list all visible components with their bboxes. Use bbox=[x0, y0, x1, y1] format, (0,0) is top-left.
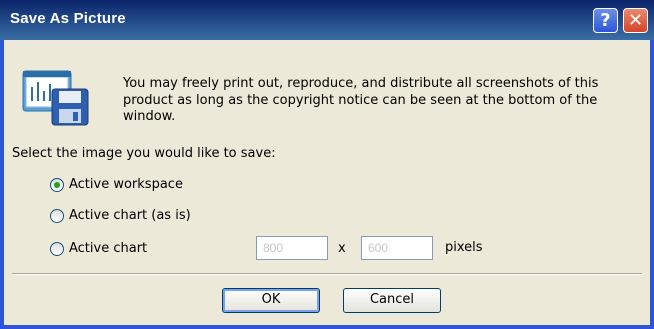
radio-active-chart[interactable]: Active chart bbox=[50, 240, 170, 260]
times-label: x bbox=[338, 241, 346, 256]
radio-active-chart-as-is[interactable]: Active chart (as is) bbox=[50, 207, 220, 227]
title-bar[interactable]: Save As Picture ? ✕ bbox=[0, 0, 654, 40]
help-icon: ? bbox=[600, 10, 611, 31]
close-button[interactable]: ✕ bbox=[623, 8, 648, 33]
window-frame-bottom bbox=[0, 325, 654, 329]
radio-dot bbox=[54, 182, 60, 188]
save-chart-icon bbox=[22, 70, 89, 126]
dialog-title: Save As Picture bbox=[10, 10, 126, 27]
radio-label-chart-as-is: Active chart (as is) bbox=[69, 208, 191, 223]
separator bbox=[12, 273, 642, 275]
ok-button[interactable]: OK bbox=[222, 288, 320, 313]
radio-button-selected[interactable] bbox=[50, 178, 64, 192]
radio-label-chart: Active chart bbox=[69, 241, 148, 256]
pixels-label: pixels bbox=[445, 240, 483, 255]
copyright-notice: You may freely print out, reproduce, and… bbox=[123, 76, 599, 124]
help-button[interactable]: ? bbox=[593, 8, 618, 33]
radio-button[interactable] bbox=[50, 242, 64, 256]
select-image-label: Select the image you would like to save: bbox=[12, 146, 276, 161]
height-input[interactable]: 600 bbox=[361, 236, 433, 260]
save-as-picture-dialog: Save As Picture ? ✕ You may freely print… bbox=[0, 0, 654, 329]
radio-button[interactable] bbox=[50, 209, 64, 223]
cancel-button[interactable]: Cancel bbox=[343, 288, 441, 313]
width-input[interactable]: 800 bbox=[256, 236, 328, 260]
window-frame-right bbox=[650, 40, 654, 329]
radio-label-workspace: Active workspace bbox=[69, 177, 183, 192]
close-icon: ✕ bbox=[627, 10, 644, 31]
radio-active-workspace[interactable]: Active workspace bbox=[50, 176, 210, 196]
